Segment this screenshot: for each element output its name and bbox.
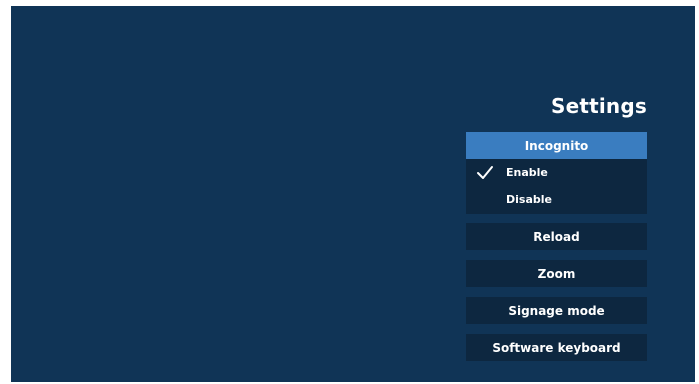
option-disable-label: Disable <box>506 193 552 206</box>
incognito-submenu: Enable Disable <box>466 159 647 214</box>
check-icon <box>477 166 493 179</box>
reload-button[interactable]: Reload <box>466 223 647 250</box>
signage-mode-button[interactable]: Signage mode <box>466 297 647 324</box>
option-disable[interactable]: Disable <box>466 188 647 212</box>
settings-title: Settings <box>550 94 647 118</box>
zoom-button[interactable]: Zoom <box>466 260 647 287</box>
software-keyboard-button[interactable]: Software keyboard <box>466 334 647 361</box>
option-enable-label: Enable <box>506 166 548 179</box>
option-enable[interactable]: Enable <box>466 161 647 185</box>
incognito-header[interactable]: Incognito <box>466 132 647 159</box>
